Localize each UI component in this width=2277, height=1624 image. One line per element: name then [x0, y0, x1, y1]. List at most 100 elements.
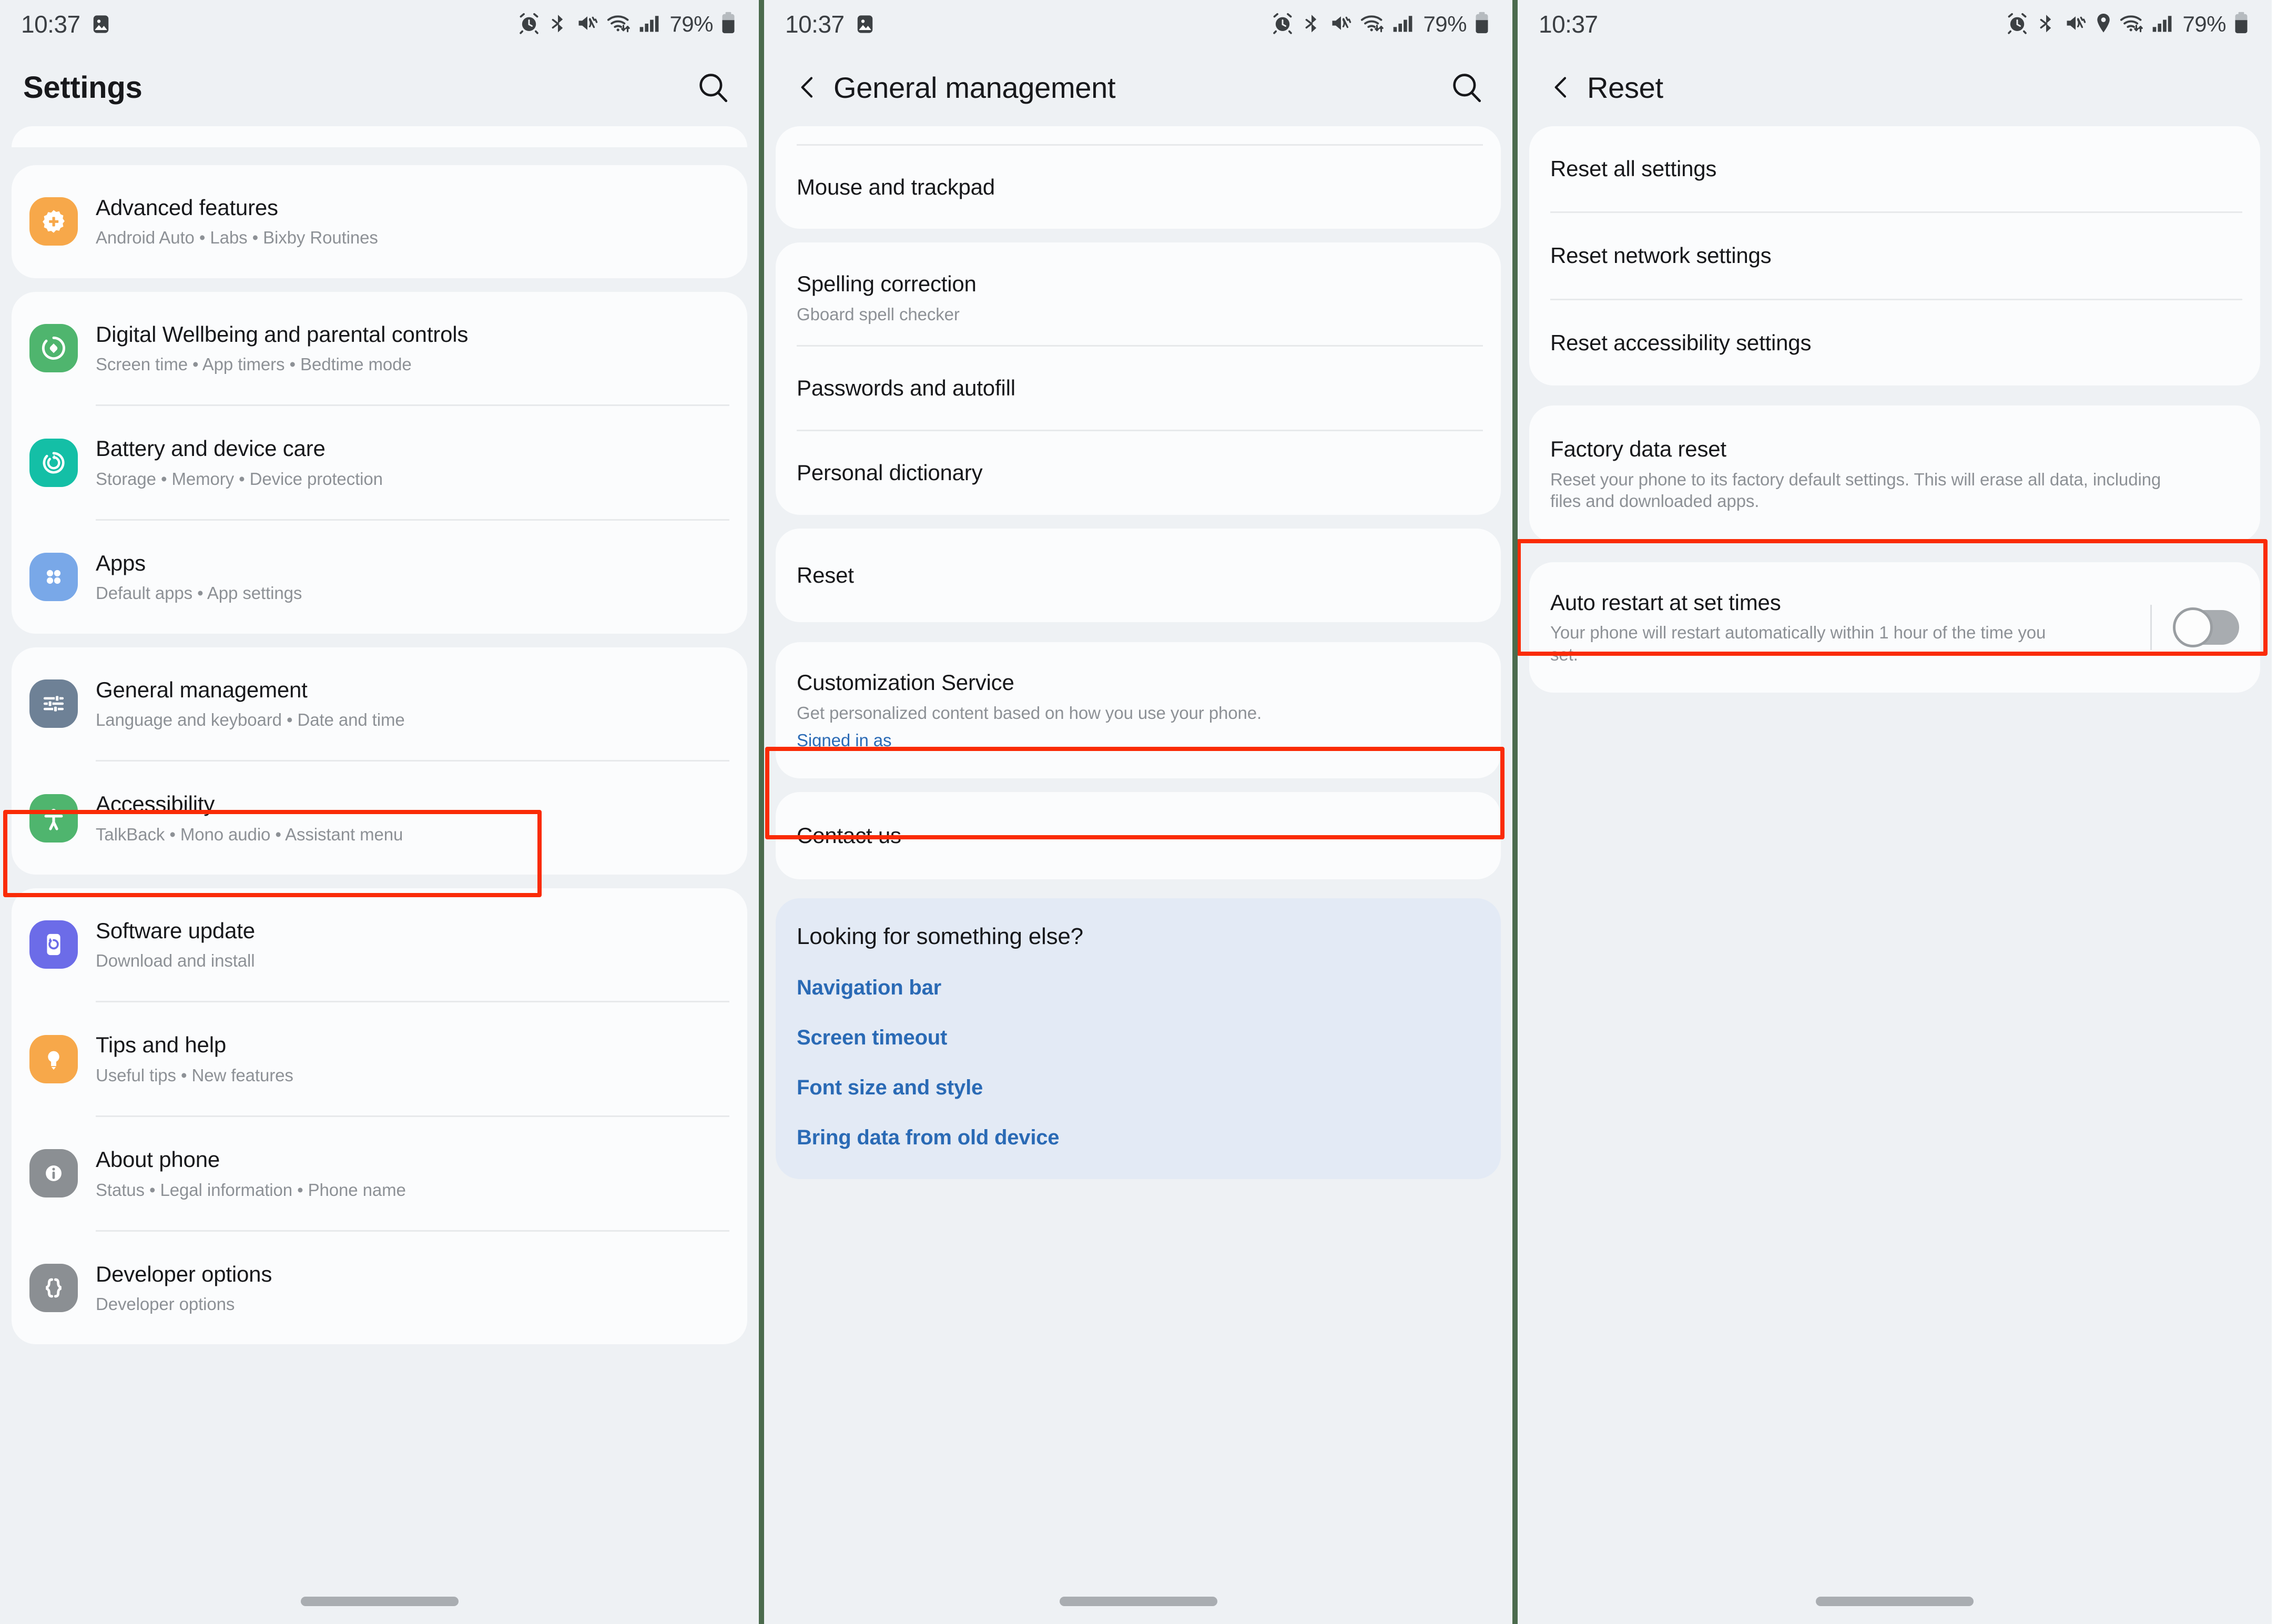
status-time: 10:37 — [785, 11, 845, 38]
settings-row-title: Personal dictionary — [797, 460, 983, 485]
settings-row-battery-device-care[interactable]: Battery and device care Storage • Memory… — [12, 406, 747, 519]
card-text-input: Spelling correction Gboard spell checker… — [776, 242, 1501, 515]
status-bar: 10:37 79% — [1518, 0, 2272, 48]
settings-row-title: Battery and device care — [96, 436, 326, 461]
settings-row-software-update[interactable]: Software update Download and install — [12, 888, 747, 1001]
digital-wellbeing-icon — [29, 323, 78, 372]
tips-help-icon — [29, 1034, 78, 1083]
settings-row-title: Reset — [797, 562, 854, 587]
settings-row-general-management[interactable]: General management Language and keyboard… — [12, 647, 747, 760]
battery-percent: 79% — [1423, 12, 1467, 36]
settings-row-title: Tips and help — [96, 1032, 227, 1058]
settings-row-about-phone[interactable]: About phone Status • Legal information •… — [12, 1117, 747, 1230]
developer-options-icon — [29, 1264, 78, 1313]
link-font-size-and-style[interactable]: Font size and style — [797, 1076, 1480, 1100]
bluetooth-icon — [1301, 12, 1322, 37]
software-update-icon — [29, 920, 78, 969]
three-panel-screenshot: 10:37 79% Settings Advanced features And… — [0, 0, 2277, 1624]
settings-row-subtitle: TalkBack • Mono audio • Assistant menu — [96, 824, 403, 844]
home-indicator — [1059, 1597, 1217, 1606]
battery-icon — [1473, 11, 1490, 38]
settings-row-developer-options[interactable]: Developer options Developer options — [12, 1232, 747, 1345]
home-indicator — [300, 1597, 459, 1606]
back-arrow-icon[interactable] — [1539, 65, 1584, 110]
status-time: 10:37 — [21, 11, 80, 38]
search-icon[interactable] — [1444, 65, 1489, 110]
alarm-icon — [517, 12, 541, 37]
page-title: General management — [833, 70, 1116, 104]
settings-row-title: Apps — [96, 550, 146, 575]
settings-row-title: Spelling correction — [797, 271, 977, 297]
gallery-icon — [91, 14, 111, 35]
settings-row-title: General management — [96, 677, 308, 702]
battery-percent: 79% — [2182, 12, 2226, 36]
auto-restart-toggle[interactable] — [2173, 607, 2239, 647]
settings-row-subtitle: Useful tips • New features — [96, 1065, 293, 1085]
card-customization-service: Customization Service Get personalized c… — [776, 642, 1501, 779]
search-icon[interactable] — [690, 65, 736, 110]
settings-row-contact-us[interactable]: Contact us — [776, 792, 1501, 879]
settings-row-digital-wellbeing[interactable]: Digital Wellbeing and parental controls … — [12, 292, 747, 405]
settings-row-advanced-features[interactable]: Advanced features Android Auto • Labs • … — [12, 165, 747, 278]
bluetooth-icon — [2036, 12, 2057, 37]
signal-icon — [638, 12, 660, 37]
back-arrow-icon[interactable] — [785, 65, 830, 110]
settings-row-passwords-and-autofill[interactable]: Passwords and autofill — [776, 347, 1501, 430]
looking-for-heading: Looking for something else? — [797, 923, 1083, 950]
app-bar-general-management: General management — [764, 48, 1512, 126]
card-factory-data-reset: Factory data reset Reset your phone to i… — [1529, 405, 2260, 543]
panel-settings-home: 10:37 79% Settings Advanced features And… — [0, 0, 759, 1624]
settings-row-personal-dictionary[interactable]: Personal dictionary — [776, 431, 1501, 514]
settings-row-title: Software update — [96, 918, 255, 943]
settings-row-spelling-correction[interactable]: Spelling correction Gboard spell checker — [776, 242, 1501, 345]
link-navigation-bar[interactable]: Navigation bar — [797, 976, 1480, 1000]
settings-row-title: Accessibility — [96, 791, 215, 817]
battery-icon — [720, 11, 737, 38]
settings-row-title: Customization Service — [797, 670, 1014, 695]
settings-row-subtitle: Storage • Memory • Device protection — [96, 469, 383, 489]
settings-row-subtitle: Android Auto • Labs • Bixby Routines — [96, 228, 378, 248]
accessibility-icon — [29, 794, 78, 843]
settings-row-title: Advanced features — [96, 195, 278, 220]
settings-row-title: Developer options — [96, 1261, 272, 1286]
settings-row-subtitle: Screen time • App timers • Bedtime mode — [96, 354, 412, 374]
battery-icon — [2233, 11, 2250, 38]
settings-row-subtitle: Download and install — [96, 951, 255, 971]
settings-row-tips-and-help[interactable]: Tips and help Useful tips • New features — [12, 1002, 747, 1115]
settings-row-title: Auto restart at set times — [1550, 590, 1781, 615]
card-contact-us: Contact us — [776, 792, 1501, 880]
settings-row-title: Passwords and autofill — [797, 375, 1015, 401]
alarm-icon — [1271, 12, 1294, 37]
settings-row-auto-restart[interactable]: Auto restart at set times Your phone wil… — [1529, 562, 2260, 693]
app-bar-settings: Settings — [0, 48, 759, 126]
settings-row-title: Digital Wellbeing and parental controls — [96, 321, 469, 347]
settings-row-title: Factory data reset — [1550, 437, 1726, 462]
settings-row-title: Reset all settings — [1550, 156, 1717, 181]
settings-row-title: Mouse and trackpad — [797, 175, 995, 199]
reset-list[interactable]: Reset all settings Reset network setting… — [1518, 126, 2272, 693]
settings-row-apps[interactable]: Apps Default apps • App settings — [12, 521, 747, 634]
settings-row-title: Reset network settings — [1550, 243, 1772, 268]
settings-row-reset-accessibility-settings[interactable]: Reset accessibility settings — [1529, 300, 2260, 385]
mute-vibrate-icon — [575, 12, 599, 37]
status-bar: 10:37 79% — [764, 0, 1512, 48]
link-screen-timeout[interactable]: Screen timeout — [797, 1026, 1480, 1050]
signed-in-as-link[interactable]: Signed in as — [797, 729, 1480, 751]
settings-row-subtitle: Get personalized content based on how yo… — [797, 703, 1262, 723]
battery-percent: 79% — [669, 12, 713, 36]
card-reset: Reset — [776, 528, 1501, 623]
settings-row-subtitle: Language and keyboard • Date and time — [96, 709, 405, 729]
link-bring-data-from-old-device[interactable]: Bring data from old device — [797, 1126, 1480, 1150]
settings-row-accessibility[interactable]: Accessibility TalkBack • Mono audio • As… — [12, 762, 747, 875]
card-reset-options: Reset all settings Reset network setting… — [1529, 126, 2260, 386]
settings-row-reset-network-settings[interactable]: Reset network settings — [1529, 213, 2260, 298]
settings-row-reset[interactable]: Reset — [776, 529, 1501, 622]
settings-row-reset-all-settings[interactable]: Reset all settings — [1529, 126, 2260, 211]
toggle-knob — [2173, 607, 2213, 647]
settings-row-mouse-and-trackpad[interactable]: Mouse and trackpad — [776, 146, 1501, 229]
app-bar-reset: Reset — [1518, 48, 2272, 126]
settings-row-customization-service[interactable]: Customization Service Get personalized c… — [776, 642, 1501, 778]
general-management-list[interactable]: Mouse and trackpad Spelling correction G… — [764, 126, 1512, 1180]
settings-list[interactable]: Advanced features Android Auto • Labs • … — [0, 126, 759, 1345]
settings-row-factory-data-reset[interactable]: Factory data reset Reset your phone to i… — [1529, 405, 2260, 542]
